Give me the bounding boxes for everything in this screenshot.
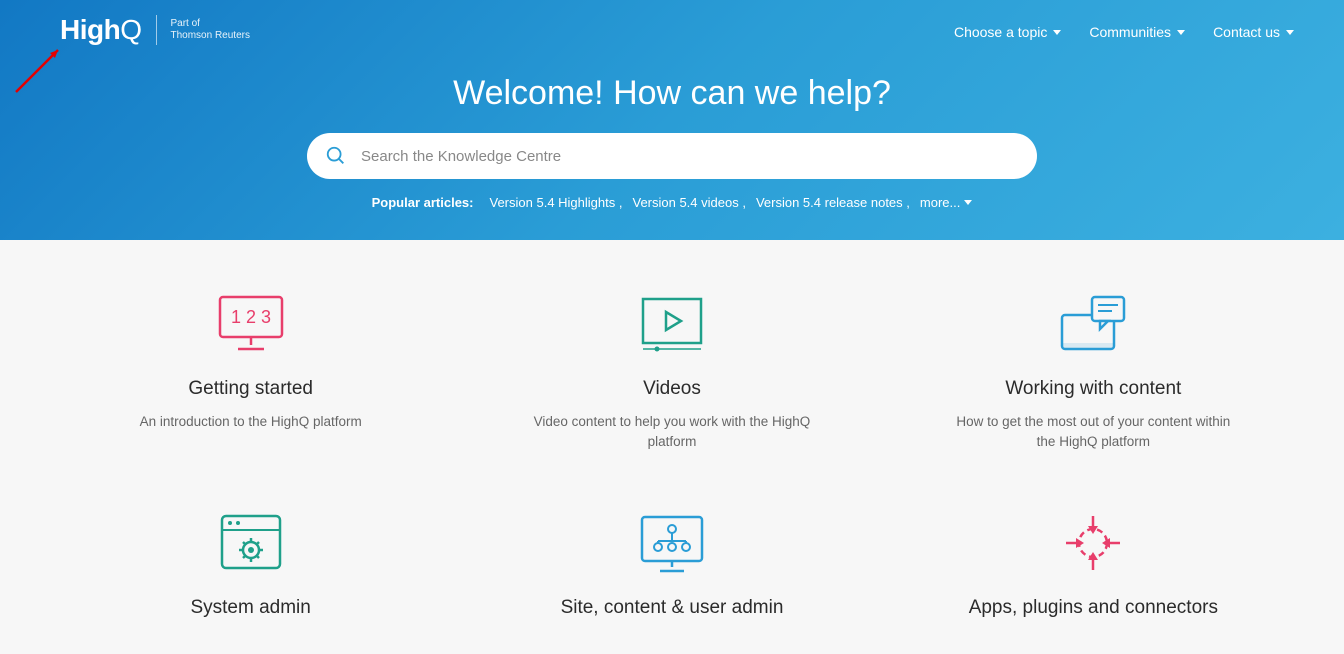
card-title: System admin (60, 597, 441, 619)
card-desc: An introduction to the HighQ platform (111, 412, 391, 432)
top-nav: Choose a topic Communities Contact us (954, 14, 1294, 40)
logo-divider (156, 15, 157, 45)
logo-subtitle: Part of Thomson Reuters (171, 18, 250, 42)
hero-section: HighQ Part of Thomson Reuters Choose a t… (0, 0, 1344, 240)
card-desc: How to get the most out of your content … (953, 412, 1233, 451)
card-working-with-content[interactable]: Working with content How to get the most… (903, 292, 1284, 451)
card-getting-started[interactable]: 1 2 3 Getting started An introduction to… (60, 292, 441, 451)
topic-grid: 1 2 3 Getting started An introduction to… (60, 292, 1284, 631)
popular-more[interactable]: more... (920, 195, 972, 210)
nav-label: Communities (1089, 24, 1171, 40)
system-admin-icon (60, 511, 441, 575)
working-with-content-icon (903, 292, 1284, 356)
logo-group[interactable]: HighQ Part of Thomson Reuters (60, 14, 250, 46)
apps-plugins-icon (903, 511, 1284, 575)
card-site-content-user-admin[interactable]: Site, content & user admin (481, 511, 862, 631)
search-box[interactable] (307, 133, 1037, 179)
card-desc: Video content to help you work with the … (532, 412, 812, 451)
card-videos[interactable]: Videos Video content to help you work wi… (481, 292, 862, 451)
welcome-heading: Welcome! How can we help? (0, 74, 1344, 113)
popular-label: Popular articles: (372, 195, 474, 210)
chevron-down-icon (964, 200, 972, 205)
videos-icon (481, 292, 862, 356)
popular-link[interactable]: Version 5.4 videos (632, 195, 745, 210)
nav-choose-topic[interactable]: Choose a topic (954, 24, 1061, 40)
getting-started-icon: 1 2 3 (60, 292, 441, 356)
site-admin-icon (481, 511, 862, 575)
nav-contact-us[interactable]: Contact us (1213, 24, 1294, 40)
card-apps-plugins[interactable]: Apps, plugins and connectors (903, 511, 1284, 631)
nav-label: Choose a topic (954, 24, 1047, 40)
card-title: Site, content & user admin (481, 597, 862, 619)
svg-text:1 2 3: 1 2 3 (231, 307, 271, 327)
search-wrap (0, 133, 1344, 179)
card-title: Videos (481, 378, 862, 400)
card-title: Apps, plugins and connectors (903, 597, 1284, 619)
logo: HighQ (60, 14, 142, 46)
search-input[interactable] (361, 148, 1019, 165)
chevron-down-icon (1053, 30, 1061, 35)
popular-articles: Popular articles: Version 5.4 Highlights… (0, 195, 1344, 210)
card-system-admin[interactable]: System admin (60, 511, 441, 631)
card-title: Getting started (60, 378, 441, 400)
card-title: Working with content (903, 378, 1284, 400)
nav-label: Contact us (1213, 24, 1280, 40)
chevron-down-icon (1177, 30, 1185, 35)
nav-communities[interactable]: Communities (1089, 24, 1185, 40)
chevron-down-icon (1286, 30, 1294, 35)
content: 1 2 3 Getting started An introduction to… (0, 240, 1344, 631)
search-icon (325, 145, 347, 167)
header: HighQ Part of Thomson Reuters Choose a t… (0, 0, 1344, 46)
popular-link[interactable]: Version 5.4 release notes (756, 195, 910, 210)
popular-link[interactable]: Version 5.4 Highlights (490, 195, 623, 210)
